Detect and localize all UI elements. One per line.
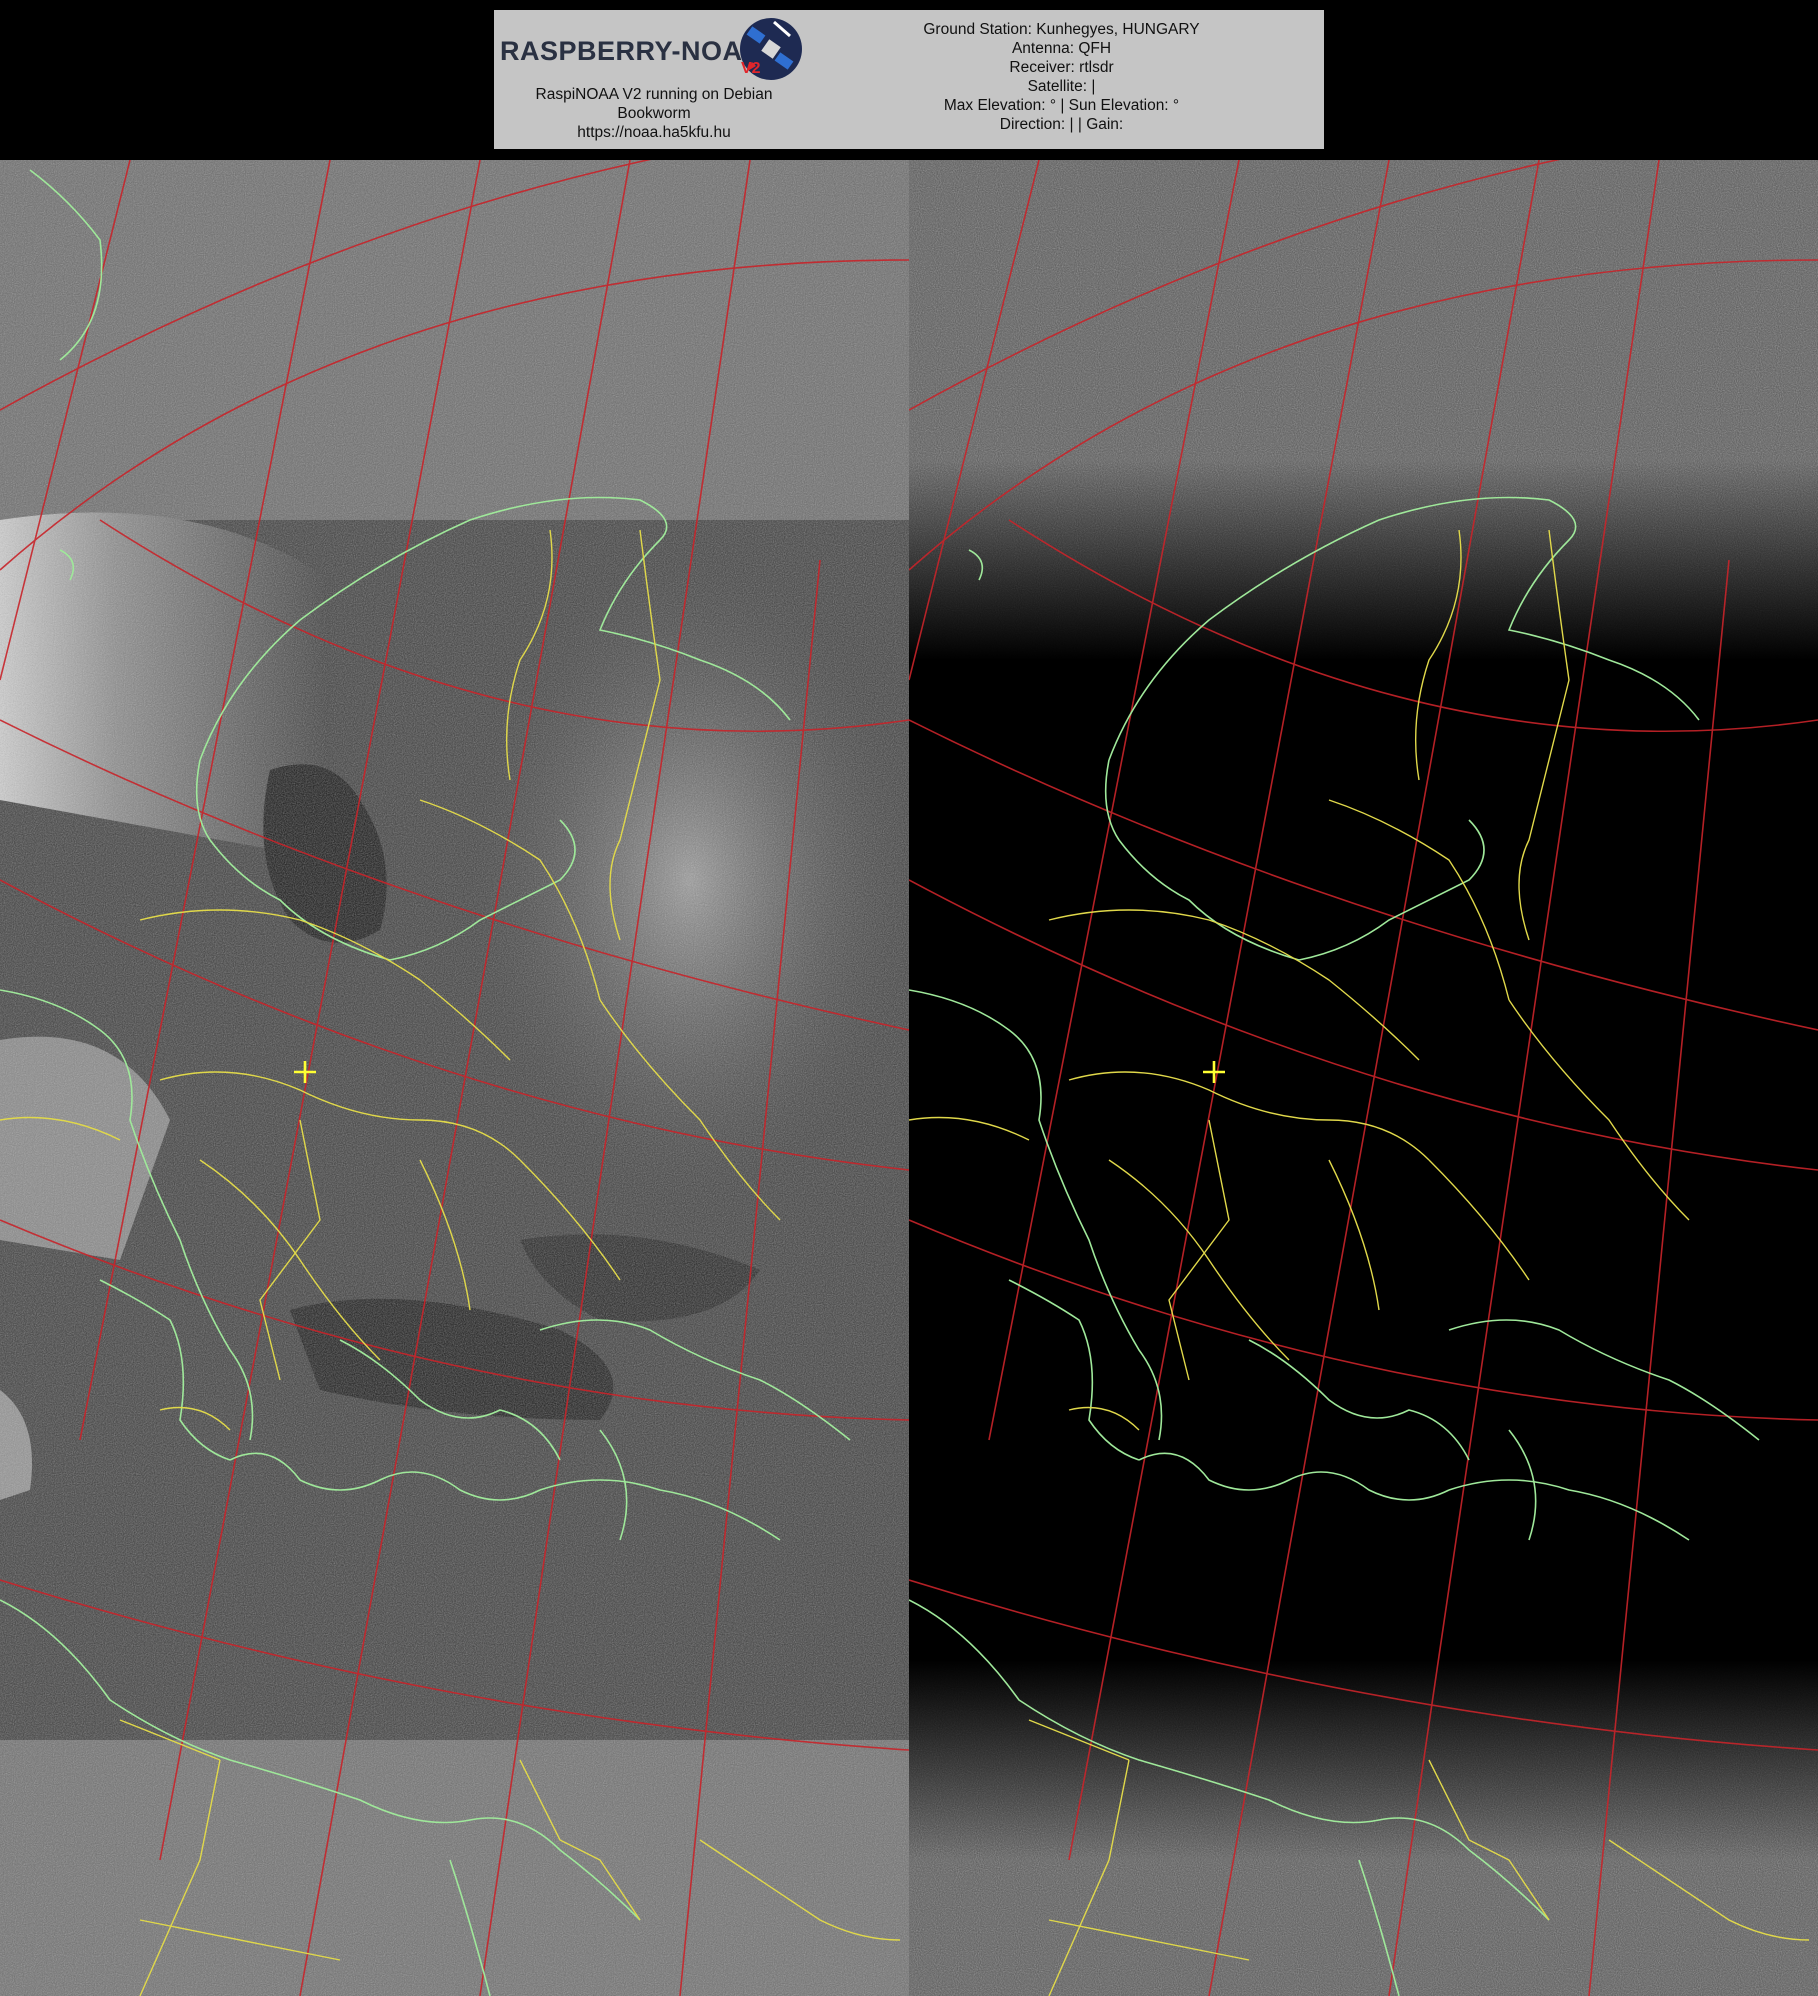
logo-block: RASPBERRY-NOAA V2 RaspiNOAA V2 running o… — [494, 10, 814, 149]
info-banner: RASPBERRY-NOAA V2 RaspiNOAA V2 running o… — [494, 10, 1324, 149]
visible-channel-image — [0, 160, 909, 1996]
logo-wordmark: RASPBERRY-NOAA — [500, 36, 763, 67]
receiver-line: Receiver: rtlsdr — [1009, 59, 1114, 76]
infrared-channel-image — [909, 160, 1818, 1996]
direction-line: Direction: | | Gain: — [999, 116, 1124, 133]
satellite-line: Satellite: | — [1027, 78, 1096, 95]
station-info: Ground Station: Kunhegyes, HUNGARY Anten… — [814, 20, 1309, 134]
software-line: Bookworm — [617, 105, 691, 122]
website-url: https://noaa.ha5kfu.hu — [577, 124, 731, 141]
logo-text-main: RASPBERRY-NOAA — [500, 36, 763, 66]
software-info: RaspiNOAA V2 running on Debian Bookworm … — [494, 85, 814, 142]
antenna-line: Antenna: QFH — [1011, 40, 1112, 57]
ground-station-line: Ground Station: Kunhegyes, HUNGARY — [923, 21, 1200, 38]
logo-v2: V2 — [741, 60, 761, 77]
satellite-image-left — [0, 160, 909, 1996]
elevation-line: Max Elevation: ° | Sun Elevation: ° — [943, 97, 1180, 114]
software-line: RaspiNOAA V2 running on Debian — [535, 86, 773, 103]
satellite-image-right — [909, 160, 1818, 1996]
